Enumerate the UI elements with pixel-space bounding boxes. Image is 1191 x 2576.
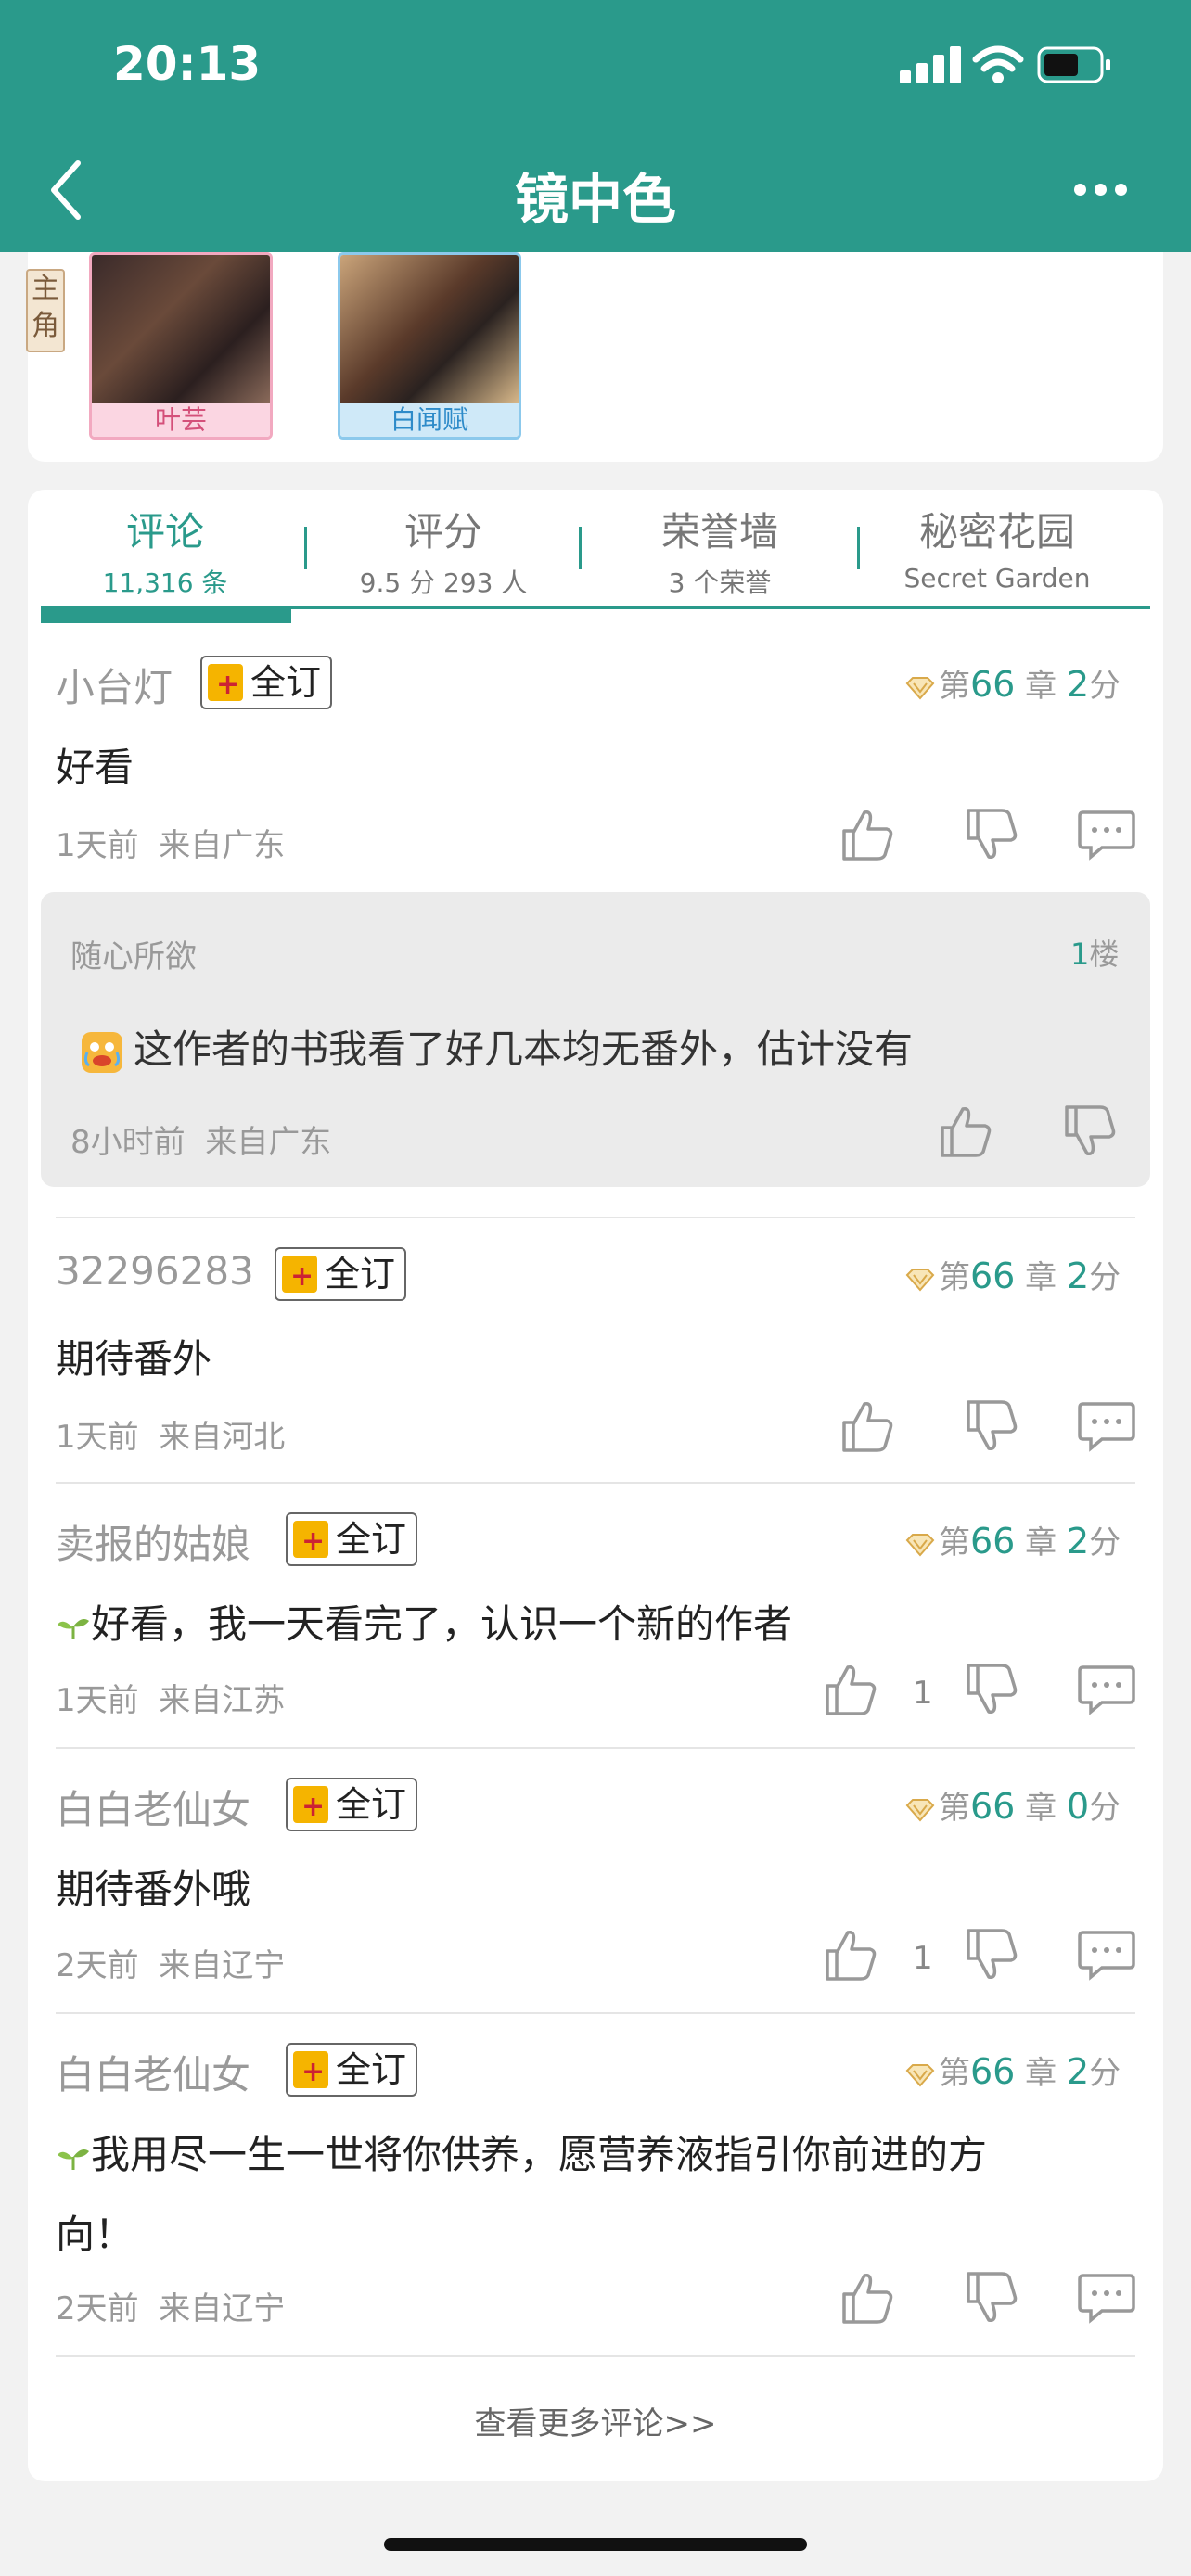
comment-text: 我用尽一生一世将你供养，愿营养液指引你前进的方 [56, 2123, 987, 2180]
like-count: 1 [913, 1940, 933, 1977]
reply-meta: 8小时前 来自广东 [70, 1124, 332, 1161]
sprout-icon [58, 1618, 89, 1639]
reply-icon[interactable] [1078, 1400, 1135, 1452]
full-subscription-badge: 全订 [286, 1512, 418, 1567]
view-more-comments-link[interactable]: 查看更多评论>> [0, 2398, 1191, 2443]
character-name: 叶芸 [92, 403, 270, 437]
sprout-icon [58, 2149, 89, 2170]
page-title: 镜中色 [514, 168, 676, 231]
character-portrait[interactable]: 叶芸 [89, 252, 273, 440]
comment-username[interactable]: 32296283 [56, 1248, 254, 1294]
tab-secret-garden[interactable]: 秘密花园 Secret Garden [881, 501, 1113, 593]
character-portrait[interactable]: 白闻赋 [338, 252, 521, 440]
portrait-image [92, 255, 270, 403]
reply-icon[interactable] [1078, 809, 1135, 861]
comment-meta: 2天前 来自辽宁 [56, 1947, 286, 1984]
tab-ratings[interactable]: 评分 9.5 分 293 人 [334, 501, 553, 600]
comment-meta: 2天前 来自辽宁 [56, 2290, 286, 2327]
comment-text: 期待番外哦 [56, 1867, 251, 1912]
diamond-icon [905, 1798, 935, 1822]
dislike-icon[interactable] [965, 807, 1018, 862]
chapter-score: 第66 章 0分 [905, 1782, 1121, 1828]
dislike-icon[interactable] [965, 2270, 1018, 2326]
comment-meta: 1天前 来自河北 [56, 1419, 286, 1456]
comment-username[interactable]: 白白老仙女 [56, 1779, 250, 1835]
more-options-icon[interactable] [1074, 182, 1135, 199]
full-subscription-badge: 全订 [200, 656, 333, 710]
divider [56, 1482, 1135, 1484]
chapter-score: 第66 章 2分 [905, 1517, 1121, 1562]
role-tag: 主角 [26, 269, 65, 352]
like-icon[interactable] [840, 2270, 894, 2326]
like-icon[interactable] [824, 1662, 877, 1717]
like-icon[interactable] [840, 1398, 894, 1454]
reply-icon[interactable] [1078, 1664, 1135, 1715]
comment-text-continued: 向！ [56, 2212, 134, 2257]
comment-meta: 1天前 来自广东 [56, 827, 286, 864]
tab-active-indicator [41, 606, 291, 623]
reply-text: 这作者的书我看了好几本均无番外，估计没有 [80, 1018, 913, 1075]
cellular-signal-icon [900, 46, 961, 83]
like-icon[interactable] [840, 807, 894, 862]
reply-icon[interactable] [1078, 1929, 1135, 1981]
tab-separator [857, 527, 860, 569]
dislike-icon[interactable] [965, 1662, 1018, 1717]
chapter-score: 第66 章 2分 [905, 1252, 1121, 1297]
comment-meta: 1天前 来自江苏 [56, 1682, 286, 1719]
divider [56, 1747, 1135, 1749]
subscription-icon [282, 1252, 317, 1302]
tab-separator [304, 527, 307, 569]
diamond-icon [905, 2063, 935, 2087]
status-time: 20:13 [113, 37, 262, 91]
battery-icon [1037, 46, 1110, 83]
diamond-icon [905, 676, 935, 700]
dislike-icon[interactable] [1063, 1103, 1117, 1159]
divider [56, 2355, 1135, 2357]
reply-username[interactable]: 随心所欲 [70, 931, 197, 976]
subscription-icon [293, 2047, 328, 2098]
tab-separator [579, 527, 582, 569]
home-indicator[interactable] [384, 2538, 807, 2551]
subscription-icon [293, 1517, 328, 1567]
wifi-icon [972, 45, 1024, 83]
like-icon[interactable] [824, 1927, 877, 1983]
crying-emoji-icon [82, 1031, 122, 1073]
subscription-icon [293, 1782, 328, 1832]
full-subscription-badge: 全订 [275, 1247, 407, 1302]
divider [56, 2012, 1135, 2014]
comment-username[interactable]: 卖报的姑娘 [56, 1513, 250, 1570]
portrait-image [340, 255, 519, 403]
reply-icon[interactable] [1078, 2272, 1135, 2324]
chapter-score: 第66 章 2分 [905, 660, 1121, 706]
tab-comments[interactable]: 评论 11,316 条 [70, 501, 260, 600]
comments-card [28, 490, 1163, 2481]
chapter-score: 第66 章 2分 [905, 2047, 1121, 2093]
comment-text: 好看，我一天看完了，认识一个新的作者 [56, 1593, 792, 1650]
comment-username[interactable]: 白白老仙女 [56, 2044, 250, 2100]
diamond-icon [905, 1268, 935, 1292]
comment-username[interactable]: 小台灯 [56, 657, 173, 713]
character-name: 白闻赋 [340, 403, 519, 437]
like-count: 1 [913, 1675, 933, 1712]
comment-text: 好看 [56, 745, 134, 790]
reply-floor: 1楼 [1070, 937, 1120, 972]
divider [56, 1217, 1135, 1218]
full-subscription-badge: 全订 [286, 1778, 418, 1832]
like-icon[interactable] [939, 1103, 992, 1159]
dislike-icon[interactable] [965, 1398, 1018, 1454]
tab-honor-wall[interactable]: 荣誉墙 3 个荣誉 [608, 501, 831, 600]
dislike-icon[interactable] [965, 1927, 1018, 1983]
full-subscription-badge: 全订 [286, 2043, 418, 2098]
diamond-icon [905, 1533, 935, 1557]
subscription-icon [208, 660, 243, 710]
comment-text: 期待番外 [56, 1336, 212, 1382]
